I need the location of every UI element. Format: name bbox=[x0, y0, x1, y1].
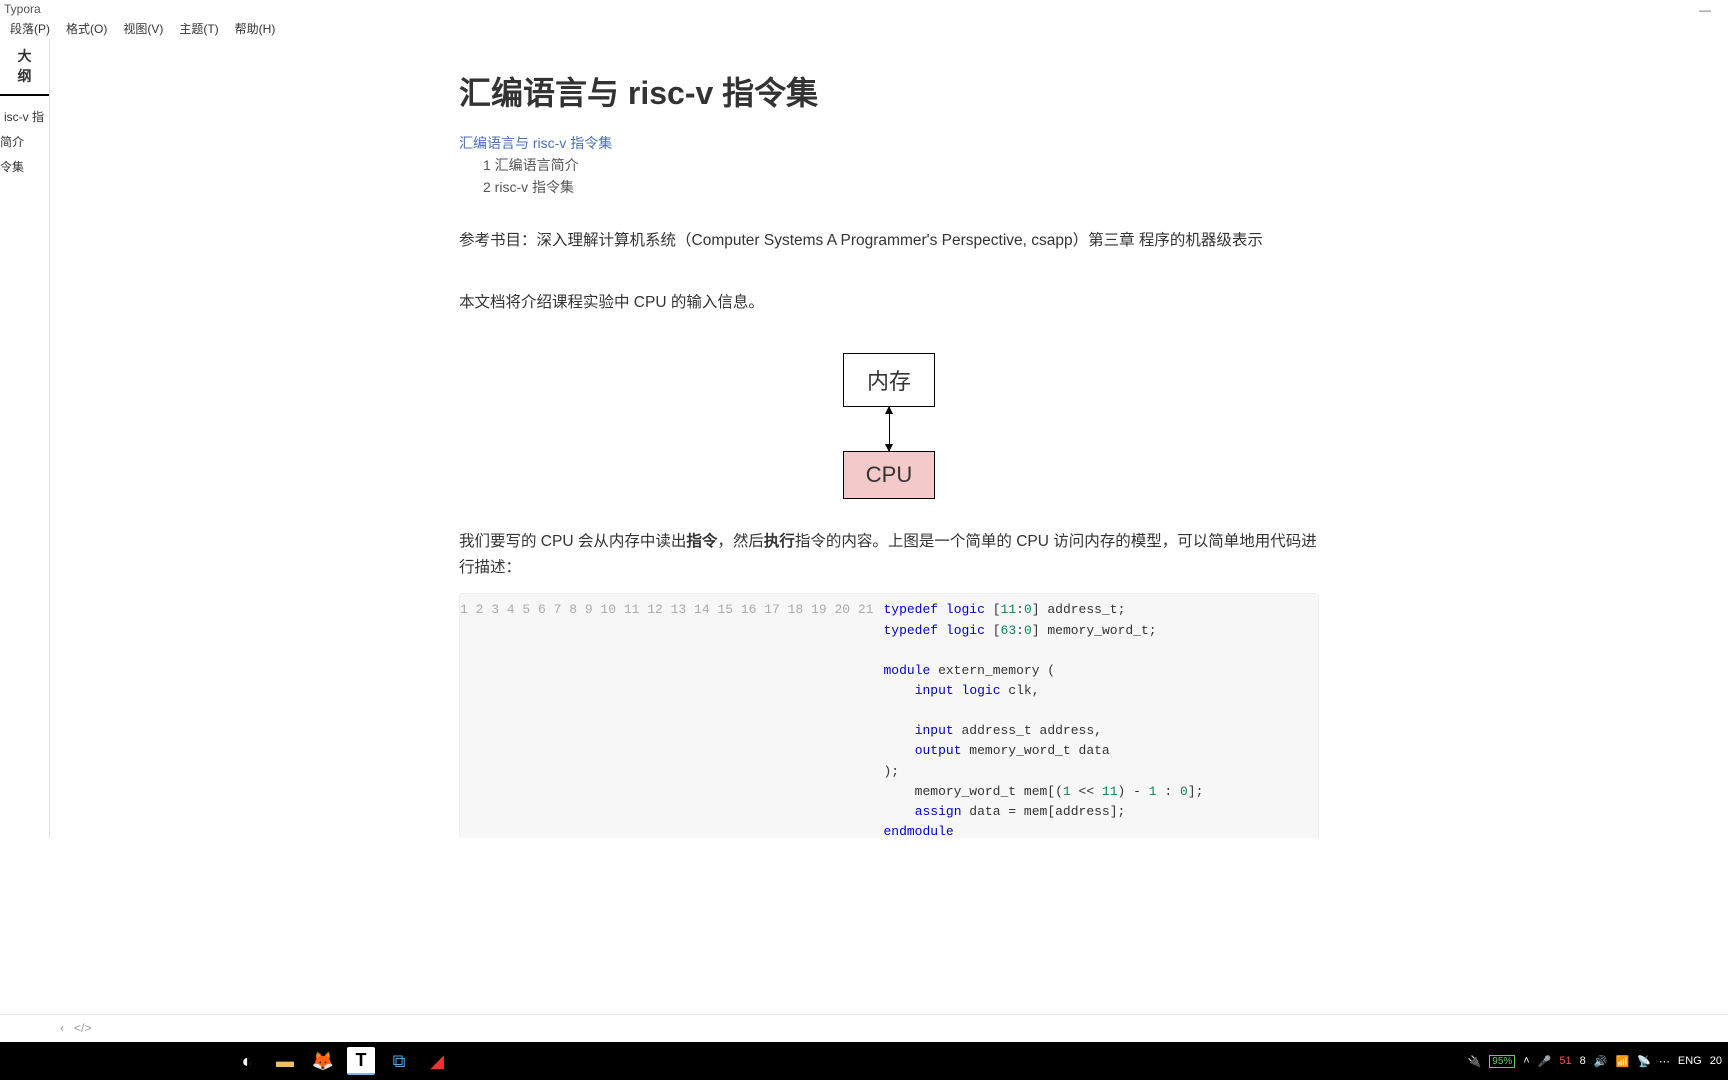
toc-root[interactable]: 汇编语言与 risc-v 指令集 bbox=[459, 132, 1319, 154]
outline-pane: isc-v 指 简介 令集 bbox=[0, 96, 49, 838]
taskbar-typora-icon[interactable]: T bbox=[347, 1047, 375, 1075]
sidebar: 大纲 isc-v 指 简介 令集 bbox=[0, 38, 50, 838]
paragraph-intro[interactable]: 本文档将介绍课程实验中 CPU 的输入信息。 bbox=[459, 290, 1319, 316]
menu-bar: 段落(P) 格式(O) 视图(V) 主题(T) 帮助(H) bbox=[0, 18, 1728, 38]
mic-icon[interactable]: 🎤 bbox=[1538, 1055, 1552, 1068]
temp-reading-1: 51 bbox=[1559, 1055, 1571, 1067]
page-title[interactable]: 汇编语言与 risc-v 指令集 bbox=[459, 68, 1319, 114]
content-scroll[interactable]: 汇编语言与 risc-v 指令集 汇编语言与 risc-v 指令集 1 汇编语言… bbox=[50, 38, 1728, 838]
diagram-memory-box: 内存 bbox=[843, 353, 935, 407]
code-block[interactable]: 1 2 3 4 5 6 7 8 9 10 11 12 13 14 15 16 1… bbox=[459, 593, 1319, 838]
diagram-arrow bbox=[889, 407, 890, 451]
menu-view[interactable]: 视图(V) bbox=[115, 18, 171, 39]
power-icon[interactable]: 📶 bbox=[1616, 1055, 1630, 1068]
app-title: Typora bbox=[4, 2, 41, 16]
window-buttons: — bbox=[1682, 0, 1728, 20]
outline-item-2[interactable]: 令集 bbox=[0, 154, 49, 179]
wifi-icon[interactable]: 📡 bbox=[1637, 1055, 1651, 1068]
taskbar: ◐ ▬ 🦊 T ⧉ ◢ 🔌 95% ˄ 🎤 51 8 🔊 📶 📡 ⋯ ENG 2… bbox=[0, 1042, 1728, 1080]
paragraph-reference[interactable]: 参考书目：深入理解计算机系统（Computer Systems A Progra… bbox=[459, 228, 1319, 254]
temp-reading-2: 8 bbox=[1580, 1055, 1586, 1067]
outline-item-root[interactable]: isc-v 指 bbox=[0, 104, 49, 129]
tray-chevron-icon[interactable]: ˄ bbox=[1523, 1055, 1529, 1067]
volume-icon[interactable]: 🔊 bbox=[1594, 1055, 1608, 1068]
title-bar: Typora bbox=[0, 0, 1728, 18]
tray-time[interactable]: 20 bbox=[1710, 1055, 1722, 1067]
system-tray: 🔌 95% ˄ 🎤 51 8 🔊 📶 📡 ⋯ ENG 20 bbox=[1468, 1055, 1728, 1068]
code-gutter: 1 2 3 4 5 6 7 8 9 10 11 12 13 14 15 16 1… bbox=[460, 594, 883, 838]
taskbar-acrobat-icon[interactable]: ◢ bbox=[418, 1042, 456, 1080]
plug-icon[interactable]: 🔌 bbox=[1468, 1055, 1482, 1068]
taskbar-apps: ◐ ▬ 🦊 T ⧉ ◢ bbox=[0, 1042, 456, 1080]
more-icon[interactable]: ⋯ bbox=[1659, 1055, 1670, 1068]
toc-item-2[interactable]: 2 risc-v 指令集 bbox=[459, 176, 1319, 198]
diagram-cpu-box: CPU bbox=[843, 451, 935, 499]
battery-indicator[interactable]: 95% bbox=[1489, 1055, 1515, 1068]
menu-paragraph[interactable]: 段落(P) bbox=[2, 18, 58, 39]
outline-item-1[interactable]: 简介 bbox=[0, 129, 49, 154]
app-body: 大纲 isc-v 指 简介 令集 汇编语言与 risc-v 指令集 汇编语言与 … bbox=[0, 38, 1728, 838]
code-body[interactable]: typedef logic [11:0] address_t; typedef … bbox=[883, 594, 1203, 838]
memory-cpu-diagram: 内存 CPU bbox=[459, 353, 1319, 499]
taskbar-vscode-icon[interactable]: ⧉ bbox=[380, 1042, 418, 1080]
paragraph-desc[interactable]: 我们要写的 CPU 会从内存中读出指令，然后执行指令的内容。上图是一个简单的 C… bbox=[459, 529, 1319, 582]
sidebar-tab-outline[interactable]: 大纲 bbox=[0, 38, 49, 96]
taskbar-explorer-icon[interactable]: ▬ bbox=[266, 1042, 304, 1080]
table-of-contents: 汇编语言与 risc-v 指令集 1 汇编语言简介 2 risc-v 指令集 bbox=[459, 132, 1319, 198]
status-bar: ‹ </> bbox=[0, 1014, 1728, 1040]
minimize-button[interactable]: — bbox=[1682, 0, 1728, 20]
ime-lang[interactable]: ENG bbox=[1678, 1055, 1702, 1067]
document-content[interactable]: 汇编语言与 risc-v 指令集 汇编语言与 risc-v 指令集 1 汇编语言… bbox=[459, 38, 1319, 838]
menu-theme[interactable]: 主题(T) bbox=[171, 18, 226, 39]
toc-item-1[interactable]: 1 汇编语言简介 bbox=[459, 154, 1319, 176]
nav-back-icon[interactable]: ‹ bbox=[60, 1021, 64, 1035]
menu-help[interactable]: 帮助(H) bbox=[227, 18, 284, 39]
menu-format[interactable]: 格式(O) bbox=[58, 18, 115, 39]
taskbar-firefox-icon[interactable]: 🦊 bbox=[304, 1042, 342, 1080]
taskbar-cortana-icon[interactable]: ◐ bbox=[228, 1042, 266, 1080]
source-toggle-icon[interactable]: </> bbox=[74, 1021, 91, 1035]
